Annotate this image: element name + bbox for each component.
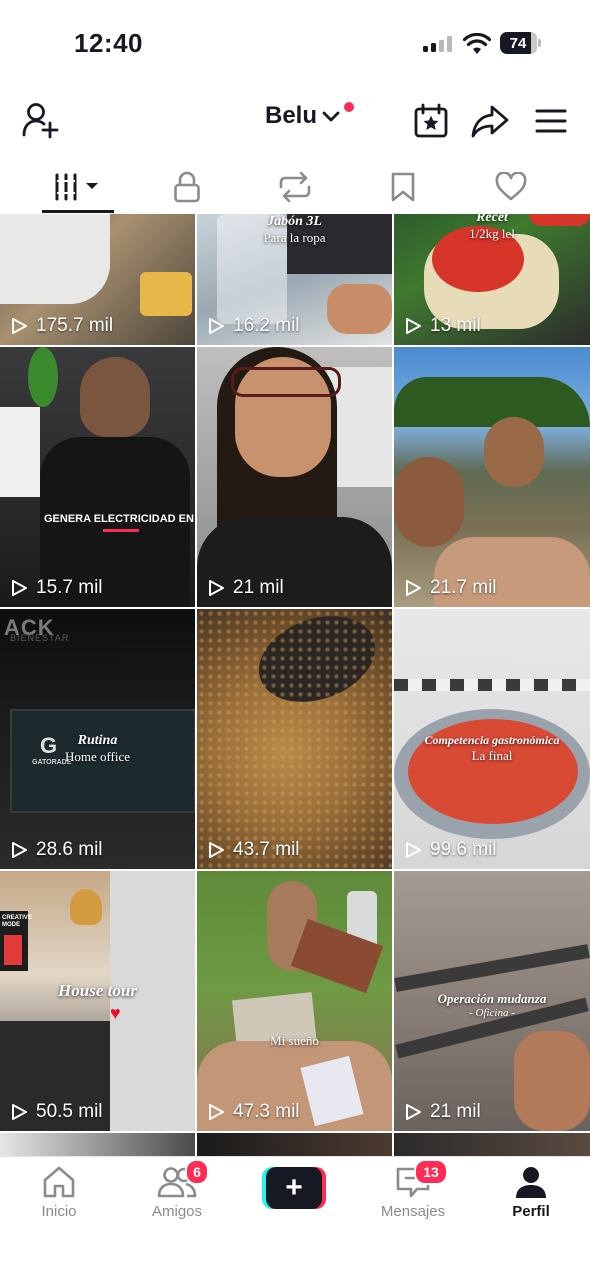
wifi-icon [463,33,491,54]
play-icon [209,318,224,334]
video-thumbnail[interactable]: 21 mil [197,347,392,607]
battery-icon: 74 [500,32,542,54]
view-count: 47.3 mil [207,1101,300,1123]
video-caption: GENERA ELECTRICIDAD EN [44,513,194,525]
nav-home[interactable]: Inicio [9,1165,109,1220]
wall-poster: CREATIVE MODE [2,915,32,928]
bookmark-icon [391,172,415,202]
play-icon [12,842,27,858]
active-tab-indicator [42,210,114,213]
repost-icon [279,171,311,203]
profile-icon [516,1167,546,1198]
play-icon [406,842,421,858]
play-icon [406,318,421,334]
view-count: 15.7 mil [10,577,103,599]
share-profile-button[interactable] [470,102,510,140]
messages-badge: 13 [414,1159,448,1185]
cellular-signal-icon [423,36,452,52]
view-count: 13 mil [404,315,481,337]
play-icon [209,1104,224,1120]
view-count: 21 mil [207,577,284,599]
plus-icon: + [266,1167,322,1209]
view-count: 28.6 mil [10,839,103,861]
battery-level: 74 [500,32,537,54]
nav-home-label: Inicio [41,1203,77,1220]
video-thumbnail[interactable] [394,1133,590,1156]
video-thumbnail[interactable]: Jabón 3L Para la ropa 16.2 mil [197,214,392,345]
video-thumbnail[interactable]: 21.7 mil [394,347,590,607]
friends-badge: 6 [185,1159,209,1185]
username: Belu [264,102,317,129]
grid-icon [55,173,98,201]
profile-tabs [0,160,590,214]
play-icon [209,842,224,858]
video-thumbnail[interactable] [0,1133,195,1156]
tab-private[interactable] [128,160,246,214]
video-thumbnail[interactable]: 175.7 mil [0,214,195,345]
storefront-sign-subtitle: BIENESTAR [10,633,70,643]
video-thumbnail[interactable]: Recet 1/2kg lel 13 mil [394,214,590,345]
video-caption: Recet 1/2kg lel [469,214,515,241]
menu-button[interactable] [532,104,570,138]
nav-messages[interactable]: Mensajes [363,1165,463,1220]
lock-icon [174,171,200,203]
video-caption: House tour [58,981,137,1000]
chevron-down-icon [322,111,340,122]
profile-header: Belu [0,96,590,148]
view-count: 16.2 mil [207,315,300,337]
video-caption: Mi sueño [270,1033,319,1048]
video-caption: Competencia gastronómica La final [424,733,560,763]
bottom-navigation: Inicio Amigos 6 + Mensajes 13 Perfil [0,1156,590,1281]
nav-friends[interactable]: Amigos [127,1165,227,1220]
play-icon [12,318,27,334]
home-icon [43,1166,75,1198]
play-icon [406,1104,421,1120]
calendar-button[interactable] [412,102,450,140]
video-grid: 175.7 mil Jabón 3L Para la ropa 16.2 mil… [0,214,590,1156]
video-thumbnail[interactable]: Competencia gastronómica La final 99.6 m… [394,609,590,869]
video-thumbnail[interactable]: Operación mudanza - Oficina - 21 mil [394,871,590,1131]
play-icon [12,1104,27,1120]
heart-emoji-icon: ♥ [110,1003,121,1023]
video-thumbnail[interactable]: GENERA ELECTRICIDAD EN 15.7 mil [0,347,195,607]
hamburger-menu-icon [535,109,567,133]
video-thumbnail[interactable]: 43.7 mil [197,609,392,869]
nav-profile[interactable]: Perfil [481,1165,581,1220]
view-count: 43.7 mil [207,839,300,861]
video-thumbnail[interactable] [197,1133,392,1156]
status-time: 12:40 [74,28,143,58]
tab-liked[interactable] [452,160,570,214]
video-thumbnail[interactable]: Mi sueño 47.3 mil [197,871,392,1131]
tab-favorites[interactable] [344,160,462,214]
nav-profile-label: Perfil [512,1203,550,1220]
video-caption: Jabón 3L Para la ropa [263,214,326,245]
status-bar: 12:40 74 [0,0,590,90]
view-count: 50.5 mil [10,1101,103,1123]
tab-videos[interactable] [20,160,138,214]
video-caption: Rutina Home office [64,733,131,764]
view-count: 99.6 mil [404,839,497,861]
calendar-star-icon [414,103,448,138]
nav-friends-label: Amigos [151,1203,203,1220]
video-caption: Operación mudanza - Oficina - [437,991,547,1019]
video-thumbnail[interactable]: CREATIVE MODE ♥ House tour 50.5 mil [0,871,195,1131]
nav-messages-label: Mensajes [380,1203,446,1220]
view-count: 21.7 mil [404,577,497,599]
play-icon [12,580,27,596]
play-icon [209,580,224,596]
view-count: 175.7 mil [10,315,113,337]
view-count: 21 mil [404,1101,481,1123]
play-icon [406,580,421,596]
notification-dot [344,102,354,112]
video-thumbnail[interactable]: ACK BIENESTAR G GATORADE Rutina Home off… [0,609,195,869]
share-arrow-icon [471,105,509,138]
tab-reposts[interactable] [236,160,354,214]
create-button[interactable]: + [262,1167,326,1209]
heart-icon [495,172,527,201]
